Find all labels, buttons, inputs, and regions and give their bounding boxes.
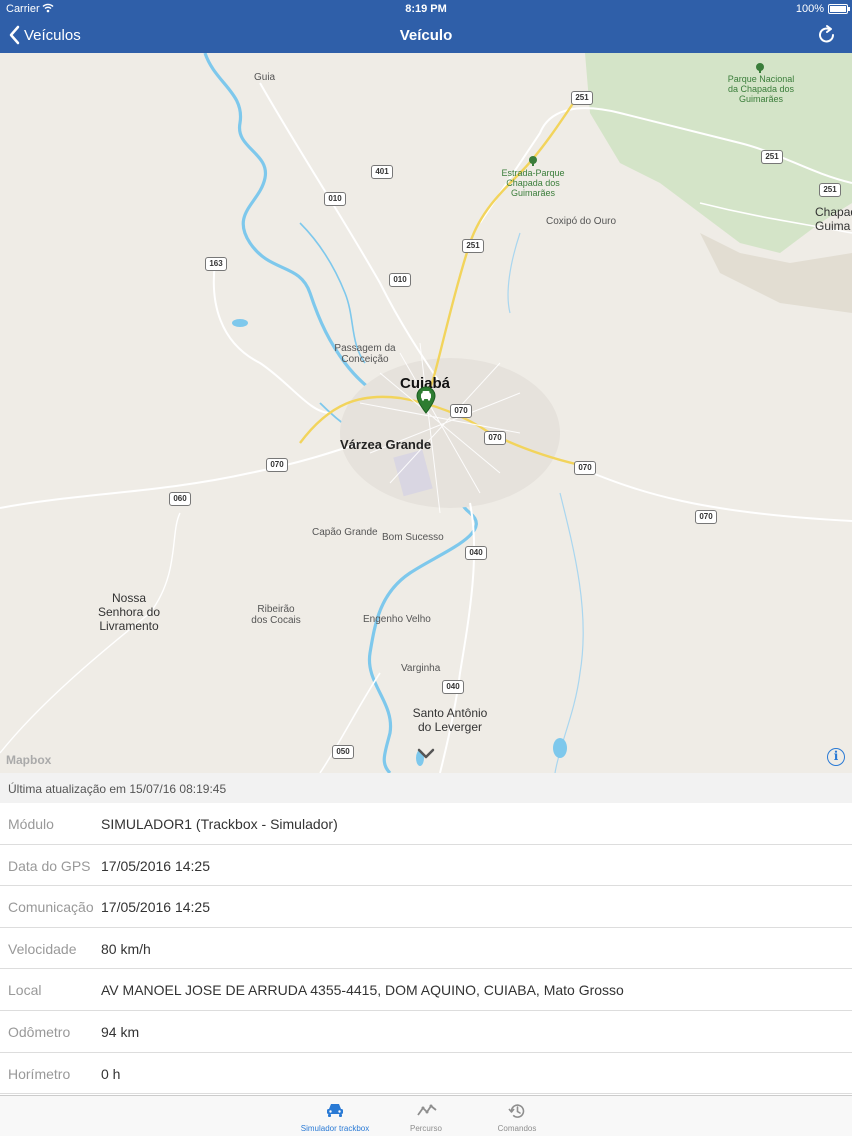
map-label-bom-sucesso: Bom Sucesso xyxy=(382,532,444,543)
highway-shield: 251 xyxy=(462,239,484,253)
detail-value: 80 km/h xyxy=(101,940,151,957)
highway-shield: 070 xyxy=(574,461,596,475)
map-label-capao: Capão Grande xyxy=(312,527,378,538)
highway-shield: 251 xyxy=(819,183,841,197)
detail-row-modulo: Módulo SIMULADOR1 (Trackbox - Simulador) xyxy=(0,803,852,845)
road-163 xyxy=(212,262,331,414)
highway-shield: 251 xyxy=(571,91,593,105)
highway-shield: 040 xyxy=(465,546,487,560)
map-label-passagem: Passagem da Conceição xyxy=(334,343,396,365)
detail-key: Horímetro xyxy=(8,1065,71,1082)
highway-shield: 251 xyxy=(761,150,783,164)
highway-shield: 070 xyxy=(450,404,472,418)
road-251 xyxy=(424,92,581,399)
info-icon[interactable]: i xyxy=(827,748,845,766)
park-tree-icon-2 xyxy=(529,156,537,166)
map-label-guia: Guia xyxy=(254,72,276,83)
chevron-left-icon xyxy=(9,25,20,45)
map-label-varginha: Varginha xyxy=(401,663,441,674)
map-label-engenho: Engenho Velho xyxy=(363,614,431,625)
road-west xyxy=(0,512,181,754)
detail-row-odometro: Odômetro 94 km xyxy=(0,1011,852,1053)
status-bar: Carrier 8:19 PM 100% xyxy=(0,0,852,18)
highway-shield: 401 xyxy=(371,165,393,179)
detail-row-comunicacao: Comunicação 17/05/2016 14:25 xyxy=(0,886,852,928)
tab-comandos[interactable]: Comandos xyxy=(472,1096,562,1136)
tab-percurso[interactable]: Percurso xyxy=(381,1096,471,1136)
detail-value: 0 h xyxy=(101,1065,121,1082)
map-label-nossa-senhora: Nossa Senhora do Livramento xyxy=(97,591,161,633)
tab-label: Percurso xyxy=(409,1124,442,1133)
battery-icon xyxy=(828,4,850,14)
map-label-coxipo: Coxipó do Ouro xyxy=(546,216,617,227)
chevron-down-icon[interactable] xyxy=(416,747,436,761)
tab-simulador-trackbox[interactable]: Simulador trackbox xyxy=(290,1096,380,1136)
highway-shield: 070 xyxy=(266,458,288,472)
map-label-varzea: Várzea Grande xyxy=(340,437,432,452)
tab-bar: Simulador trackbox Percurso Comandos xyxy=(0,1095,852,1136)
detail-row-data-gps: Data do GPS 17/05/2016 14:25 xyxy=(0,845,852,887)
detail-row-velocidade: Velocidade 80 km/h xyxy=(0,928,852,970)
detail-key: Data do GPS xyxy=(8,857,91,874)
navigation-bar: Veículos Veículo xyxy=(0,18,852,53)
lake-1 xyxy=(553,738,567,758)
battery-percent: 100% xyxy=(795,3,824,15)
detail-value: 94 km xyxy=(101,1023,140,1040)
map-label-chapada: Chapada Guima xyxy=(815,205,852,233)
park-area xyxy=(585,53,852,253)
page-title: Veículo xyxy=(399,27,453,44)
highway-shield: 060 xyxy=(169,492,191,506)
highway-shield: 040 xyxy=(442,680,464,694)
park-tree-icon xyxy=(756,63,764,73)
highway-shield: 010 xyxy=(389,273,411,287)
back-button[interactable]: Veículos xyxy=(8,23,81,47)
vehicle-marker-icon[interactable] xyxy=(416,386,436,414)
last-update-text: Última atualização em 15/07/16 08:19:45 xyxy=(0,773,852,803)
highway-shield: 163 xyxy=(205,257,227,271)
highway-shield: 070 xyxy=(695,510,717,524)
highway-shield: 050 xyxy=(332,745,354,759)
detail-key: Velocidade xyxy=(8,940,77,957)
car-icon xyxy=(327,1104,343,1117)
map-label-santo-antonio: Santo Antônio do Leverger xyxy=(412,706,488,734)
highway-shield: 070 xyxy=(484,431,506,445)
detail-value: SIMULADOR1 (Trackbox - Simulador) xyxy=(101,816,338,832)
river-tributary-3 xyxy=(554,492,584,773)
detail-key: Odômetro xyxy=(8,1023,71,1040)
lake-2 xyxy=(232,319,248,327)
vehicle-details-list: Módulo SIMULADOR1 (Trackbox - Simulador)… xyxy=(0,803,852,1095)
map-label-ribeirao: Ribeirão dos Cocais xyxy=(251,604,301,626)
detail-row-local: Local AV MANOEL JOSE DE ARRUDA 4355-4415… xyxy=(0,969,852,1011)
map-label-parque-nacional: Parque Nacional da Chapada dos Guimarães xyxy=(727,74,795,104)
road-010 xyxy=(259,82,441,384)
detail-value: AV MANOEL JOSE DE ARRUDA 4355-4415, DOM … xyxy=(101,982,624,999)
tab-label: Simulador trackbox xyxy=(300,1124,370,1133)
detail-key: Módulo xyxy=(8,816,54,832)
refresh-icon[interactable] xyxy=(816,24,838,46)
detail-row-horimetro: Horímetro 0 h xyxy=(0,1053,852,1095)
back-button-label: Veículos xyxy=(24,26,81,44)
map-view[interactable]: Guia Parque Nacional da Chapada dos Guim… xyxy=(0,53,852,773)
mapbox-attribution[interactable]: Mapbox xyxy=(6,753,51,767)
map-label-estrada-parque: Estrada-Parque Chapada dos Guimarães xyxy=(501,168,565,198)
route-icon xyxy=(417,1104,437,1116)
detail-value: 17/05/2016 14:25 xyxy=(101,899,210,916)
river-tributary-2 xyxy=(507,232,521,314)
detail-value: 17/05/2016 14:25 xyxy=(101,857,210,874)
detail-key: Local xyxy=(8,982,42,999)
tab-label: Comandos xyxy=(497,1124,537,1133)
highway-shield: 010 xyxy=(324,192,346,206)
history-icon xyxy=(508,1104,525,1118)
clock: 8:19 PM xyxy=(405,3,447,15)
detail-key: Comunicação xyxy=(8,899,94,916)
